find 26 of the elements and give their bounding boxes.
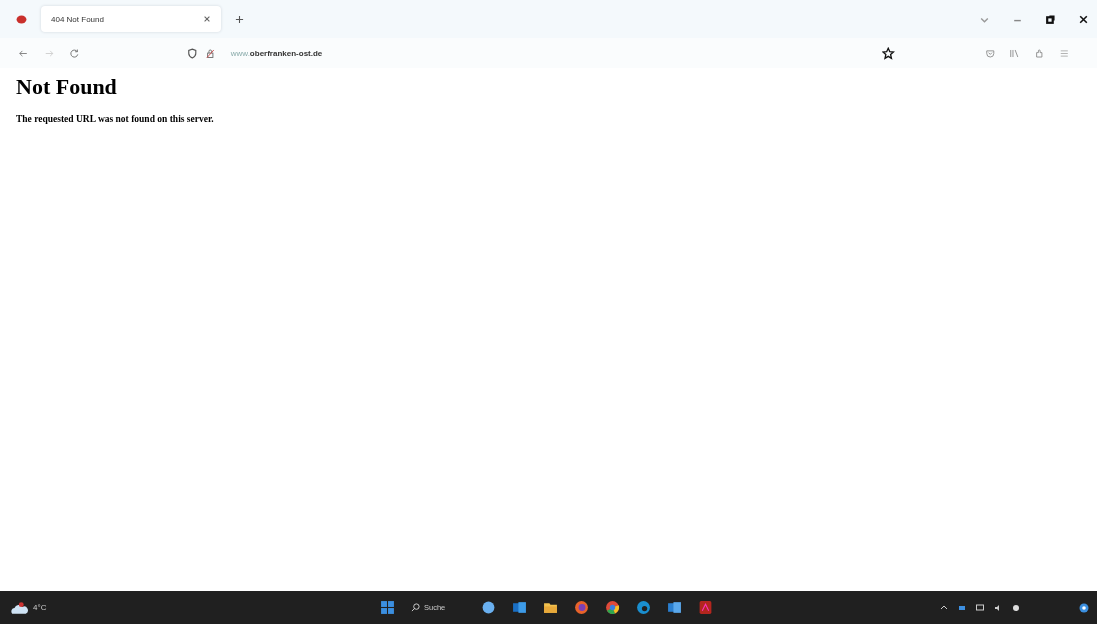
shield-icon (186, 47, 198, 59)
edge-icon[interactable] (636, 600, 651, 615)
monitor-icon[interactable] (975, 602, 985, 613)
restore-icon[interactable] (1045, 13, 1056, 25)
folder-icon[interactable] (543, 600, 558, 615)
pdf-app-icon[interactable] (698, 600, 713, 615)
browser-tab[interactable]: 404 Not Found (41, 6, 221, 32)
address-field[interactable]: www.oberfranken-ost.de (230, 48, 883, 58)
temperature: 4°C (33, 603, 47, 612)
lock-icon[interactable] (205, 47, 216, 59)
error-message: The requested URL was not found on this server. (16, 114, 215, 124)
notification-icon[interactable] (1079, 602, 1089, 613)
new-tab-icon[interactable] (235, 14, 244, 24)
star-icon[interactable] (882, 46, 895, 60)
firefox-icon[interactable] (574, 600, 589, 615)
outlook-app-icon[interactable] (667, 600, 682, 615)
pocket-icon[interactable] (984, 47, 996, 59)
weather-icon (10, 600, 28, 615)
outlook-app-icon[interactable] (512, 600, 527, 615)
close-icon[interactable] (1078, 13, 1089, 25)
browser-logo-icon (16, 14, 27, 24)
search-icon (411, 603, 420, 612)
page-heading: Not Found (16, 74, 118, 100)
windows-start-icon[interactable] (380, 600, 395, 615)
chrome-icon[interactable] (605, 600, 620, 615)
reload-icon[interactable] (69, 47, 80, 59)
